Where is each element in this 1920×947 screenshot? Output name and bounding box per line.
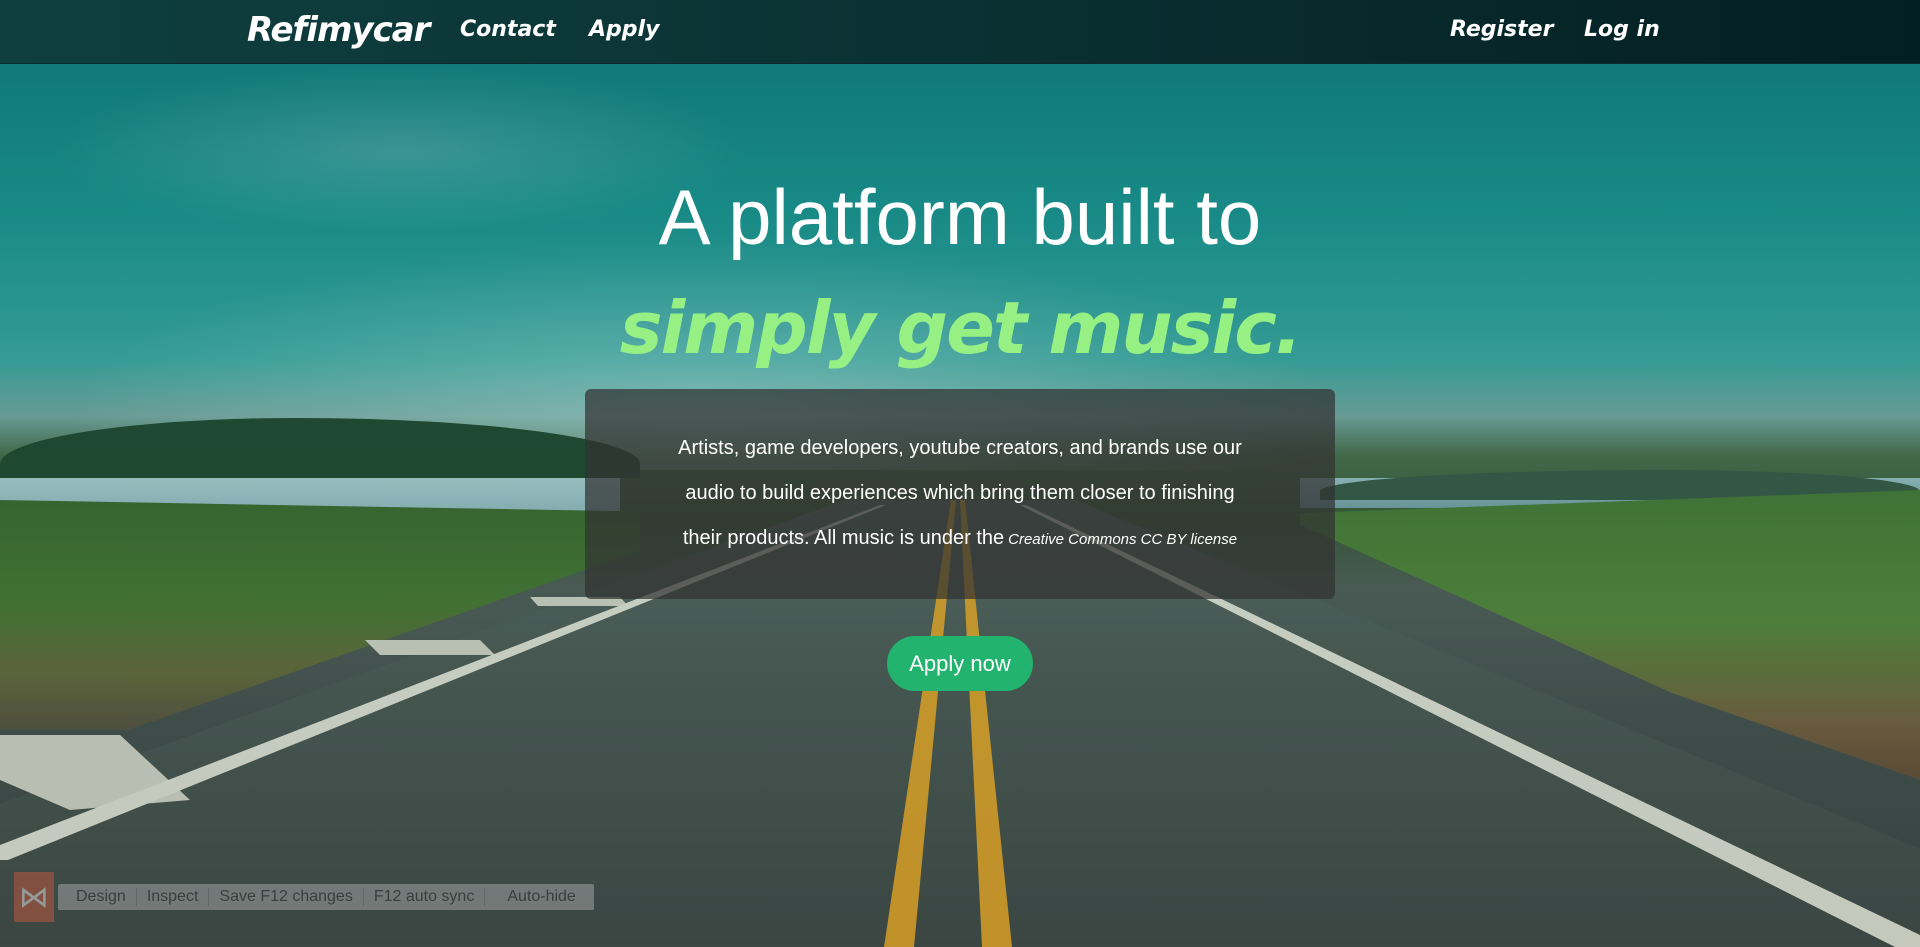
license-link[interactable]: Creative Commons CC BY license bbox=[1008, 531, 1237, 548]
navbar: Refimycar Contact Apply Register Log in bbox=[0, 0, 1920, 64]
description-line: audio to build experiences which bring t… bbox=[685, 482, 1235, 504]
nav-link-login[interactable]: Log in bbox=[1584, 17, 1660, 42]
dev-toolbar-bar: Design Inspect Save F12 changes F12 auto… bbox=[58, 884, 594, 910]
description-line: their products. All music is under the Cr… bbox=[585, 527, 1335, 550]
apply-now-button[interactable]: Apply now bbox=[887, 636, 1033, 691]
dev-toolbar-save[interactable]: Save F12 changes bbox=[209, 888, 364, 906]
description-box: Artists, game developers, youtube creato… bbox=[585, 389, 1335, 599]
vs-logo-icon[interactable]: ⋈ bbox=[14, 872, 54, 922]
dev-toolbar-autosync[interactable]: F12 auto sync bbox=[364, 888, 486, 906]
hero-title: A platform built to bbox=[658, 173, 1262, 261]
nav-link-apply[interactable]: Apply bbox=[589, 17, 659, 42]
nav-link-register[interactable]: Register bbox=[1450, 17, 1553, 42]
dev-toolbar-inspect[interactable]: Inspect bbox=[137, 888, 210, 906]
page: Refimycar Contact Apply Register Log in … bbox=[0, 0, 1920, 947]
dev-toolbar-autohide[interactable]: Auto-hide bbox=[485, 888, 586, 906]
dev-toolbar-design[interactable]: Design bbox=[66, 888, 137, 906]
description-line: Artists, game developers, youtube creato… bbox=[678, 437, 1242, 459]
description-text: their products. All music is under the bbox=[682, 527, 1005, 549]
hero-subtitle: simply get music. bbox=[619, 286, 1302, 370]
brand-logo[interactable]: Refimycar bbox=[247, 10, 430, 50]
dev-toolbar: ⋈ Design Inspect Save F12 changes F12 au… bbox=[14, 872, 594, 922]
nav-link-contact[interactable]: Contact bbox=[460, 17, 556, 42]
